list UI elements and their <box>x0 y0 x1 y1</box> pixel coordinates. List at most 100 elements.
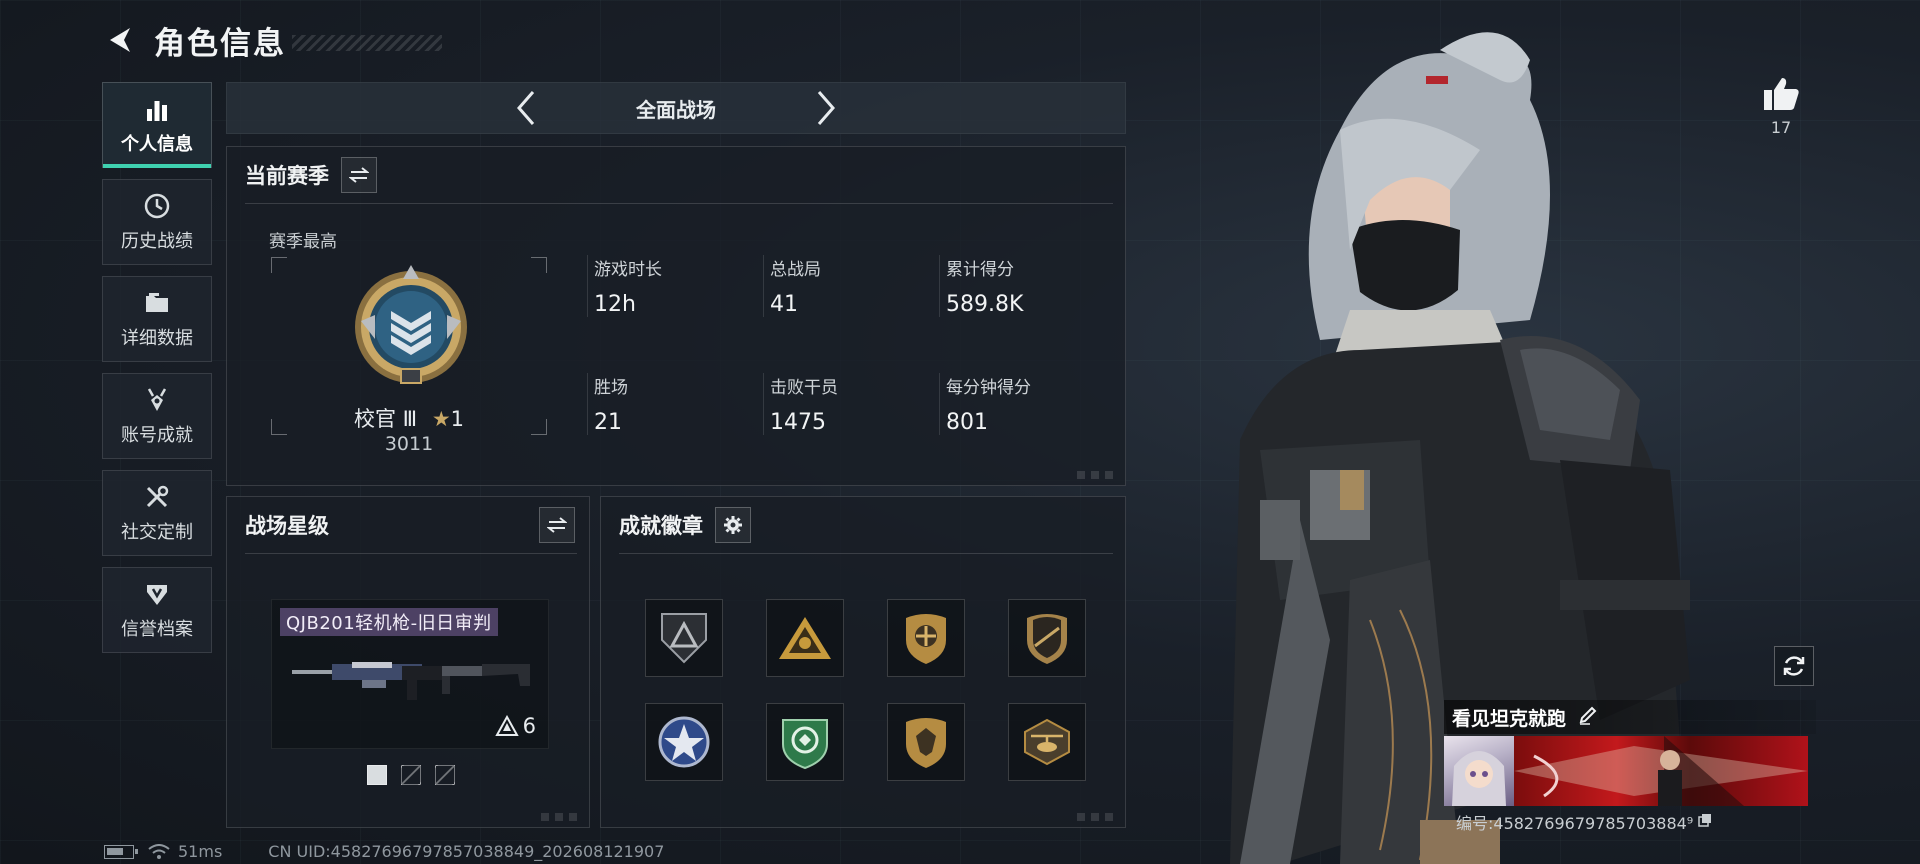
green-shield-badge-icon <box>782 719 828 770</box>
season-title: 当前赛季 <box>245 164 329 188</box>
page-indicator <box>367 765 455 785</box>
banner-art-icon <box>1514 736 1808 806</box>
sidebar-item-social-custom[interactable]: 社交定制 <box>102 470 212 556</box>
sidebar-item-label: 个人信息 <box>121 134 193 155</box>
ping-text: 51ms <box>178 842 223 861</box>
achievement-badge-5[interactable] <box>645 703 723 781</box>
divider <box>245 553 577 554</box>
player-id: 编号:4582769679785703884⁹ <box>1456 814 1694 833</box>
gold-shield-badge-icon <box>906 614 946 664</box>
refresh-button[interactable] <box>1774 646 1814 686</box>
copy-icon <box>1698 814 1712 827</box>
divider <box>245 203 1113 204</box>
wifi-icon <box>148 843 170 859</box>
badge-grid <box>645 599 1086 781</box>
title-decoration <box>292 35 442 51</box>
helicopter-badge-icon <box>1024 718 1070 766</box>
achievement-badge-4[interactable] <box>1008 599 1086 677</box>
achievement-badge-3[interactable] <box>887 599 965 677</box>
corner-decoration <box>541 813 581 821</box>
swap-icon <box>349 167 369 183</box>
mode-next-button[interactable] <box>806 86 846 130</box>
season-stats: 游戏时长 12h 总战局 41 累计得分 589.8K 胜场 21 击败干员 1… <box>587 255 1107 435</box>
avatar-portrait-icon <box>1452 751 1506 806</box>
achievement-panel: 成就徽章 <box>600 496 1126 828</box>
achievement-badge-1[interactable] <box>645 599 723 677</box>
triangle-squad-badge-icon <box>779 617 831 659</box>
page-title: 角色信息 <box>154 25 286 62</box>
weapon-level: 6 <box>494 714 536 738</box>
machine-gun-icon <box>292 662 530 700</box>
sidebar-item-label: 社交定制 <box>121 522 193 543</box>
star-level-panel: 战场星级 QJB201轻机枪-旧日审判 6 <box>226 496 590 828</box>
copy-id-button[interactable] <box>1697 812 1713 832</box>
stat-score-per-minute: 每分钟得分 801 <box>939 373 1107 435</box>
avatar[interactable] <box>1444 736 1514 806</box>
weapon-name: QJB201轻机枪-旧日审判 <box>280 608 498 636</box>
corner-decoration <box>1077 813 1117 821</box>
mode-title: 全面战场 <box>636 97 716 122</box>
page-dot-1[interactable] <box>367 765 387 785</box>
star-level-switch-button[interactable] <box>539 507 575 543</box>
back-arrow-icon <box>110 28 130 52</box>
uid-text: CN UID:45827696797857038849_202608121907 <box>268 842 665 861</box>
page-dot-2[interactable] <box>401 765 421 785</box>
season-panel: 当前赛季 赛季最高 校官 Ⅲ ★1 3011 游戏时长 12h 总战局 41 累… <box>226 146 1126 486</box>
like-count: 17 <box>1770 118 1792 137</box>
profile-card: 看见坦克就跑 编号:4582769679785703884⁹ <box>1444 700 1816 834</box>
rifle-shield-badge-icon <box>1027 614 1067 664</box>
rank-name: 校官 Ⅲ <box>353 407 418 431</box>
sidebar-item-detailed-data[interactable]: 详细数据 <box>102 276 212 362</box>
stat-kills: 击败干员 1475 <box>763 373 939 435</box>
pencil-icon <box>1579 706 1597 725</box>
level-triangle-icon <box>494 715 519 736</box>
rank-stars: 1 <box>450 407 465 431</box>
header: 角色信息 <box>100 18 442 62</box>
mode-selector: 全面战场 <box>226 82 1126 134</box>
rank-badge-icon <box>355 265 467 384</box>
achievement-badge-7[interactable] <box>887 703 965 781</box>
achievement-badge-6[interactable] <box>766 703 844 781</box>
achievement-settings-button[interactable] <box>715 507 751 543</box>
sidebar-item-label: 详细数据 <box>121 328 193 349</box>
shield-triangle-badge-icon <box>661 613 707 664</box>
gear-icon <box>724 516 742 534</box>
medal-icon <box>142 385 172 415</box>
weapon-card[interactable]: QJB201轻机枪-旧日审判 6 <box>271 599 549 749</box>
chevron-right-icon <box>817 91 835 125</box>
season-switch-button[interactable] <box>341 157 377 193</box>
sidebar-item-history[interactable]: 历史战绩 <box>102 179 212 265</box>
divider <box>619 553 1113 554</box>
achievement-title: 成就徽章 <box>619 514 703 538</box>
sidebar-item-personal-info[interactable]: 个人信息 <box>102 82 212 168</box>
star-icon: ★ <box>431 407 451 431</box>
like-button[interactable]: 17 <box>1756 76 1806 137</box>
back-button[interactable] <box>100 20 140 60</box>
sidebar-item-achievements[interactable]: 账号成就 <box>102 373 212 459</box>
refresh-icon <box>1783 656 1805 676</box>
sidebar-item-credit-record[interactable]: 信誉档案 <box>102 567 212 653</box>
history-clock-icon <box>142 191 172 221</box>
folder-icon <box>142 288 172 318</box>
battery-icon <box>104 844 138 859</box>
mode-prev-button[interactable] <box>506 86 546 130</box>
sidebar-item-label: 账号成就 <box>121 425 193 446</box>
star-level-title: 战场星级 <box>245 514 329 538</box>
achievement-badge-8[interactable] <box>1008 703 1086 781</box>
chevron-left-icon <box>517 91 535 125</box>
swap-icon <box>547 517 567 533</box>
tools-icon <box>142 482 172 512</box>
profile-banner[interactable] <box>1514 736 1808 806</box>
status-footer: 51ms CN UID:45827696797857038849_2026081… <box>104 842 664 861</box>
sidebar-item-label: 历史战绩 <box>121 231 193 252</box>
edit-name-button[interactable] <box>1578 705 1598 729</box>
achievement-badge-2[interactable] <box>766 599 844 677</box>
stat-total-matches: 总战局 41 <box>763 255 939 317</box>
rank-score: 3011 <box>384 433 434 455</box>
page-dot-3[interactable] <box>435 765 455 785</box>
stat-total-score: 累计得分 589.8K <box>939 255 1107 317</box>
shield-icon <box>142 579 172 609</box>
sidebar: 个人信息 历史战绩 详细数据 账号成就 社交定制 信誉档案 <box>102 82 212 664</box>
bar-chart-icon <box>142 94 172 124</box>
player-name: 看见坦克就跑 <box>1452 707 1567 730</box>
